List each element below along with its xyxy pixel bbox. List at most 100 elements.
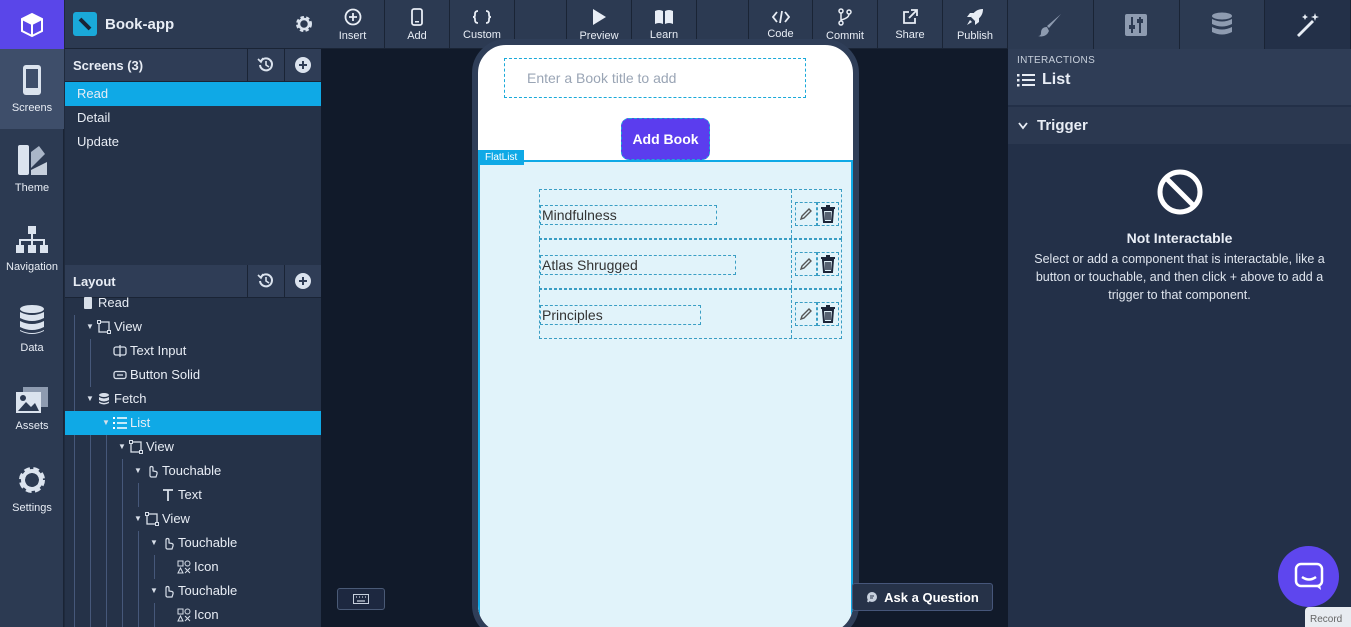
database-icon: [20, 305, 44, 334]
layout-node-text-input[interactable]: Text Input: [65, 339, 321, 363]
expand-caret-icon[interactable]: ▼: [101, 411, 111, 435]
expand-caret-icon[interactable]: ▼: [85, 315, 95, 339]
layout-tree: Read ▼ View Text Input Button Solid ▼ Fetch ▼ Li…: [65, 291, 321, 627]
sliders-icon: [1125, 13, 1148, 36]
rail-assets[interactable]: Assets: [0, 369, 64, 449]
expand-caret-icon[interactable]: ▼: [133, 459, 143, 483]
expand-caret-icon[interactable]: ▼: [133, 507, 143, 531]
tree-guide-line: [122, 459, 123, 483]
rail-settings[interactable]: Settings: [0, 449, 64, 529]
rail-label: Settings: [12, 502, 52, 514]
rail-navigation[interactable]: Navigation: [0, 209, 64, 289]
tree-guide-line: [74, 363, 75, 387]
screen-item-read[interactable]: Read: [65, 82, 321, 106]
tree-guide-line: [74, 387, 75, 411]
layout-node-label: Text Input: [130, 343, 187, 358]
book-title[interactable]: Mindfulness: [540, 205, 717, 225]
tab-data[interactable]: [1180, 0, 1266, 49]
layout-node-touchable[interactable]: ▼ Touchable: [65, 459, 321, 483]
delete-touchable[interactable]: [816, 302, 839, 326]
record-tab[interactable]: Record: [1305, 607, 1351, 627]
rail-theme[interactable]: Theme: [0, 129, 64, 209]
layout-node-label: List: [130, 415, 151, 430]
book-open-icon: [655, 9, 673, 24]
tree-guide-line: [74, 435, 75, 459]
flatlist[interactable]: Mindfulness Atlas Shrugged Principles: [478, 160, 853, 627]
book-title-input[interactable]: Enter a Book title to add: [504, 58, 806, 98]
trigger-section-header[interactable]: Trigger: [1008, 107, 1351, 144]
ask-question-button[interactable]: Ask a Question: [852, 583, 993, 611]
history-icon: [257, 57, 273, 72]
phone-preview: Enter a Book title to add Add Book Mindf…: [472, 39, 859, 627]
icon-icon: [177, 560, 191, 574]
screens-add-button[interactable]: [284, 48, 321, 82]
toolbar-share-button[interactable]: Share: [878, 0, 943, 49]
edit-touchable[interactable]: [794, 302, 817, 326]
screens-history-button[interactable]: [247, 48, 284, 82]
layout-node-icon[interactable]: Icon: [65, 555, 321, 579]
list-item[interactable]: Principles: [539, 289, 842, 339]
keyboard-shortcuts-button[interactable]: [337, 588, 385, 610]
touch-icon: [145, 464, 159, 478]
tree-guide-line: [122, 579, 123, 603]
tree-guide-line: [106, 459, 107, 483]
layout-node-text[interactable]: Text: [65, 483, 321, 507]
tab-style[interactable]: [1008, 0, 1094, 49]
screens-title: Screens (3): [73, 57, 144, 73]
keyboard-icon: [353, 594, 369, 604]
tree-guide-line: [122, 555, 123, 579]
delete-touchable[interactable]: [816, 252, 839, 276]
layout-node-list[interactable]: ▼ List: [65, 411, 321, 435]
expand-caret-icon[interactable]: ▼: [85, 387, 95, 411]
history-icon: [257, 273, 273, 288]
tree-guide-line: [90, 507, 91, 531]
edit-touchable[interactable]: [794, 202, 817, 226]
rail-data[interactable]: Data: [0, 289, 64, 369]
toolbar-insert-button[interactable]: Insert: [321, 0, 385, 49]
text-icon: [161, 488, 175, 502]
expand-caret-icon[interactable]: ▼: [149, 531, 159, 555]
screen-item-update[interactable]: Update: [65, 130, 321, 154]
tree-guide-line: [74, 339, 75, 363]
layout-node-view[interactable]: ▼ View: [65, 507, 321, 531]
expand-caret-icon[interactable]: ▼: [149, 579, 159, 603]
rail-screens[interactable]: Screens: [0, 49, 64, 129]
tree-guide-line: [122, 483, 123, 507]
images-icon: [16, 387, 48, 413]
layout-node-label: Icon: [194, 559, 219, 574]
screen-item-detail[interactable]: Detail: [65, 106, 321, 130]
layout-node-touchable[interactable]: ▼ Touchable: [65, 579, 321, 603]
layout-node-view[interactable]: ▼ View: [65, 315, 321, 339]
tree-guide-line: [138, 531, 139, 555]
book-title[interactable]: Principles: [540, 305, 701, 325]
tab-interactions[interactable]: [1265, 0, 1351, 49]
tree-guide-line: [106, 507, 107, 531]
list-item[interactable]: Atlas Shrugged: [539, 239, 842, 289]
tab-config[interactable]: [1094, 0, 1180, 49]
tree-guide-line: [138, 579, 139, 603]
phone-icon: [23, 65, 41, 95]
expand-caret-icon[interactable]: ▼: [117, 435, 127, 459]
delete-touchable[interactable]: [816, 202, 839, 226]
layout-node-view[interactable]: ▼ View: [65, 435, 321, 459]
toolbar-publish-button[interactable]: Publish: [943, 0, 1008, 49]
layout-node-touchable[interactable]: ▼ Touchable: [65, 531, 321, 555]
phone-add-icon: [411, 7, 423, 26]
gear-icon[interactable]: [295, 15, 313, 33]
list-item[interactable]: Mindfulness: [539, 189, 842, 239]
layout-node-fetch[interactable]: ▼ Fetch: [65, 387, 321, 411]
play-icon: [593, 8, 606, 25]
add-book-button[interactable]: Add Book: [621, 118, 710, 160]
chevron-down-icon: [1018, 121, 1028, 129]
app-logo[interactable]: [0, 0, 64, 49]
layout-node-read[interactable]: Read: [65, 291, 321, 315]
trash-icon: [820, 255, 835, 273]
tree-guide-line: [90, 579, 91, 603]
toolbar-add-button[interactable]: Add: [385, 0, 450, 49]
edit-touchable[interactable]: [794, 252, 817, 276]
row-actions: [791, 190, 841, 238]
layout-node-icon[interactable]: Icon: [65, 603, 321, 627]
book-title[interactable]: Atlas Shrugged: [540, 255, 736, 275]
layout-node-button-solid[interactable]: Button Solid: [65, 363, 321, 387]
support-chat-button[interactable]: [1278, 546, 1339, 607]
